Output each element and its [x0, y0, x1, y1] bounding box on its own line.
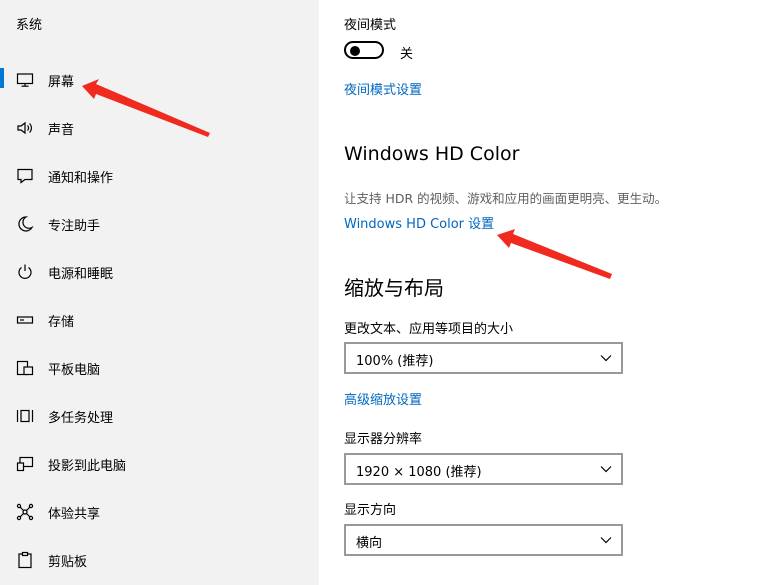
- resolution-label: 显示器分辨率: [344, 432, 423, 447]
- chevron-down-icon: [600, 537, 612, 544]
- sidebar-item-label: 剪贴板: [48, 554, 88, 570]
- tablet-icon: [16, 359, 34, 377]
- sidebar-item-power-sleep[interactable]: 电源和睡眠: [0, 248, 319, 296]
- sidebar-item-notifications[interactable]: 通知和操作: [0, 152, 319, 200]
- scale-label: 更改文本、应用等项目的大小: [344, 322, 514, 337]
- storage-icon: [16, 311, 34, 329]
- scale-dropdown-value: 100% (推荐): [356, 354, 434, 369]
- hd-color-settings-link[interactable]: Windows HD Color 设置: [344, 213, 494, 232]
- speaker-icon: [16, 119, 34, 137]
- orientation-dropdown-value: 横向: [356, 536, 383, 551]
- sidebar-item-projecting[interactable]: 投影到此电脑: [0, 440, 319, 488]
- sidebar-item-label: 屏幕: [48, 74, 75, 90]
- sidebar-item-label: 通知和操作: [48, 170, 114, 186]
- sidebar-item-label: 投影到此电脑: [48, 458, 127, 474]
- sidebar-item-label: 声音: [48, 122, 75, 138]
- clipboard-icon: [16, 551, 34, 569]
- resolution-dropdown-value: 1920 × 1080 (推荐): [356, 465, 482, 480]
- sidebar-title: 系统: [16, 18, 43, 33]
- sidebar-item-sound[interactable]: 声音: [0, 104, 319, 152]
- sidebar-item-label: 体验共享: [48, 506, 101, 522]
- sidebar-item-clipboard[interactable]: 剪贴板: [0, 536, 319, 584]
- share-icon: [16, 503, 34, 521]
- sidebar-item-multitasking[interactable]: 多任务处理: [0, 392, 319, 440]
- sidebar-item-shared-experiences[interactable]: 体验共享: [0, 488, 319, 536]
- hd-color-heading: Windows HD Color: [344, 143, 520, 165]
- sidebar-item-label: 存储: [48, 314, 75, 330]
- notification-icon: [16, 167, 34, 185]
- sidebar-item-label: 多任务处理: [48, 410, 114, 426]
- display-settings-pane: 夜间模式 关 夜间模式设置 Windows HD Color 让支持 HDR 的…: [320, 0, 769, 585]
- projection-icon: [16, 455, 34, 473]
- night-light-toggle[interactable]: [344, 41, 384, 59]
- toggle-knob: [350, 46, 360, 56]
- night-light-label: 夜间模式: [344, 18, 397, 33]
- chevron-down-icon: [600, 355, 612, 362]
- power-icon: [16, 263, 34, 281]
- night-light-settings-link[interactable]: 夜间模式设置: [344, 79, 422, 98]
- sidebar-item-display[interactable]: 屏幕: [0, 56, 319, 104]
- multitasking-icon: [16, 407, 34, 425]
- monitor-icon: [16, 71, 34, 89]
- resolution-dropdown[interactable]: 1920 × 1080 (推荐): [344, 453, 623, 485]
- sidebar-item-focus-assist[interactable]: 专注助手: [0, 200, 319, 248]
- chevron-down-icon: [600, 466, 612, 473]
- advanced-scaling-link[interactable]: 高级缩放设置: [344, 389, 422, 408]
- settings-sidebar: 系统 屏幕 声音 通知和操作 专注助手 电源和睡眠 存储 平板电脑 多任务处理 …: [0, 0, 319, 585]
- scale-layout-heading: 缩放与布局: [344, 276, 444, 300]
- sidebar-item-tablet[interactable]: 平板电脑: [0, 344, 319, 392]
- moon-icon: [16, 215, 34, 233]
- sidebar-item-label: 电源和睡眠: [48, 266, 114, 282]
- orientation-dropdown[interactable]: 横向: [344, 524, 623, 556]
- night-light-toggle-state: 关: [400, 47, 414, 62]
- hd-color-description: 让支持 HDR 的视频、游戏和应用的画面更明亮、更生动。: [344, 191, 668, 206]
- sidebar-item-label: 平板电脑: [48, 362, 101, 378]
- sidebar-item-label: 专注助手: [48, 218, 101, 234]
- selection-indicator: [0, 68, 4, 88]
- sidebar-item-storage[interactable]: 存储: [0, 296, 319, 344]
- orientation-label: 显示方向: [344, 503, 397, 518]
- scale-dropdown[interactable]: 100% (推荐): [344, 342, 623, 374]
